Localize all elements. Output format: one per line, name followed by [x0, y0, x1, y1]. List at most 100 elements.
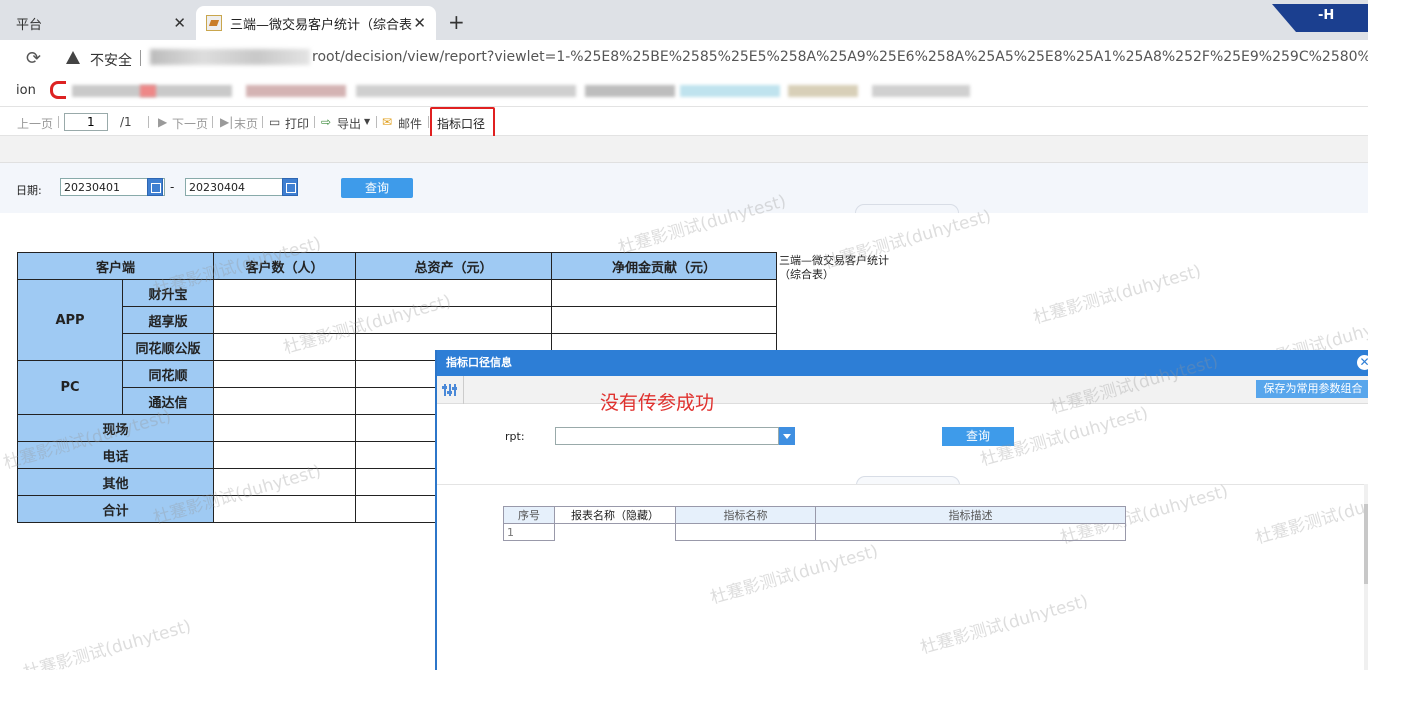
table-cell [213, 387, 356, 415]
chevron-down-icon[interactable] [779, 427, 795, 445]
next-page-icon[interactable]: ▶ [158, 115, 167, 129]
row-label: 其他 [17, 468, 214, 496]
address-bar: ⟳ 不安全 root/decision/view/report?viewlet=… [0, 40, 1368, 76]
url-field[interactable]: root/decision/view/report?viewlet=1-%25E… [312, 49, 1368, 65]
row-label: 同花顺公版 [122, 333, 214, 361]
save-params-button[interactable]: 保存为常用参数组合 [1256, 380, 1368, 398]
url-redacted [150, 49, 310, 65]
table-row: 超享版 [18, 306, 777, 334]
table-cell [213, 279, 356, 307]
divider [376, 116, 377, 128]
table-cell [213, 333, 356, 361]
divider [148, 116, 149, 128]
reload-icon[interactable]: ⟳ [26, 48, 41, 69]
watermark: 杜蹇影测试(duhytest) [708, 541, 881, 609]
watermark: 杜蹇影测试(duhytest) [1031, 261, 1204, 329]
page-number-input[interactable] [64, 113, 108, 131]
bookmark-redacted[interactable] [246, 85, 346, 97]
caliber-table: 序号 报表名称（隐藏） 指标名称 指标描述 1 [503, 506, 1126, 541]
report-favicon-icon [206, 15, 222, 31]
header-cell: 指标名称 [675, 506, 816, 524]
bookmark-redacted[interactable] [140, 85, 156, 97]
table-header-row: 客户端 客户数（人） 总资产（元） 净佣金贡献（元） [17, 252, 777, 280]
close-icon[interactable]: ✕ [413, 14, 426, 32]
last-page-button[interactable]: 末页 [234, 115, 258, 132]
browser-viewport: 平台 ✕ 三端—微交易客户统计（综合表 ✕ + -H ⟳ 不安全 root/de… [0, 0, 1368, 670]
tab-bar: 平台 ✕ 三端—微交易客户统计（综合表 ✕ + -H [0, 0, 1368, 40]
query-button[interactable]: 查询 [341, 178, 413, 198]
bookmarks-bar: ion [0, 76, 1368, 106]
end-date-input[interactable]: 20230404 [185, 178, 290, 196]
header-cell: 总资产（元） [355, 252, 552, 280]
print-button[interactable]: 打印 [285, 115, 309, 132]
bookmark-redacted[interactable] [680, 85, 780, 97]
toolbar-strip [0, 136, 1368, 163]
row-label: 同花顺 [122, 360, 214, 388]
report-toolbar: 上一页 /1 ▶ 下一页 ▶| 末页 ▭ 打印 ⇨ 导出 ▼ ✉ 邮件 指标口径 [0, 106, 1368, 136]
print-icon[interactable]: ▭ [269, 115, 280, 129]
tab-report[interactable]: 三端—微交易客户统计（综合表 ✕ [196, 6, 436, 40]
bookmark-redacted[interactable] [585, 85, 675, 97]
window-control-button[interactable]: -H [1272, 4, 1368, 32]
logo-icon [50, 81, 66, 99]
row-label: 财升宝 [122, 279, 214, 307]
last-page-icon[interactable]: ▶| [220, 115, 233, 129]
divider [58, 116, 59, 128]
warning-icon[interactable] [66, 51, 80, 64]
collapse-handle[interactable] [855, 204, 959, 213]
divider [140, 50, 141, 66]
mail-icon[interactable]: ✉ [382, 115, 392, 129]
scrollbar-thumb[interactable] [1364, 504, 1368, 584]
table-cell [355, 279, 552, 307]
bookmark-label[interactable]: ion [16, 83, 36, 98]
tab-platform[interactable]: 平台 ✕ [16, 6, 196, 40]
watermark: 杜蹇影测试(duhytest) [918, 591, 1091, 659]
mail-button[interactable]: 邮件 [398, 115, 422, 132]
notice-text: 没有传参成功 [600, 392, 715, 414]
next-page-button[interactable]: 下一页 [172, 115, 208, 132]
bookmark-redacted[interactable] [788, 85, 858, 97]
rpt-select[interactable] [555, 427, 779, 445]
divider [437, 484, 1368, 485]
scrollbar[interactable] [1364, 484, 1368, 670]
calendar-icon[interactable] [147, 178, 163, 196]
export-icon[interactable]: ⇨ [321, 115, 331, 129]
close-icon[interactable]: ✕ [173, 14, 186, 32]
close-icon[interactable]: ✕ [1357, 355, 1368, 370]
table-cell [213, 441, 356, 469]
header-cell: 客户端 [17, 252, 214, 280]
table-cell [815, 523, 1126, 541]
row-label: 超享版 [122, 306, 214, 334]
date-label: 日期: [16, 184, 42, 197]
divider [314, 116, 315, 128]
caliber-dialog: 指标口径信息 ✕ 保存为常用参数组合 没有传参成功 rpt: 查询 杜蹇影测试(… [435, 350, 1368, 670]
prev-page-button[interactable]: 上一页 [17, 115, 53, 132]
plus-icon[interactable]: + [448, 10, 465, 34]
bookmark-redacted[interactable] [872, 85, 970, 97]
group-cell: APP [17, 279, 123, 361]
table-cell [213, 468, 356, 496]
table-cell [213, 414, 356, 442]
table-cell [355, 306, 552, 334]
settings-sliders-icon[interactable] [442, 383, 457, 397]
dialog-toolbar: 保存为常用参数组合 [437, 376, 1368, 404]
rpt-label: rpt: [505, 430, 525, 443]
tab-report-label: 三端—微交易客户统计（综合表 [230, 17, 413, 33]
parameter-panel: 日期: 20230401 - 20230404 查询 [0, 163, 1368, 213]
export-button[interactable]: 导出 [337, 115, 361, 132]
calendar-icon[interactable] [282, 178, 298, 196]
table-cell [551, 306, 777, 334]
table-cell [675, 523, 816, 541]
table-row: 1 [503, 523, 1126, 541]
table-cell [555, 524, 676, 541]
dialog-title[interactable]: 指标口径信息 [437, 350, 1368, 376]
security-label[interactable]: 不安全 [90, 50, 132, 70]
chevron-down-icon[interactable]: ▼ [364, 117, 370, 126]
header-cell: 净佣金贡献（元） [551, 252, 777, 280]
divider [262, 116, 263, 128]
dialog-query-button[interactable]: 查询 [942, 427, 1014, 446]
header-cell: 指标描述 [815, 506, 1126, 524]
table-cell: 1 [503, 523, 555, 541]
bookmark-redacted[interactable] [356, 85, 576, 97]
row-label: 现场 [17, 414, 214, 442]
